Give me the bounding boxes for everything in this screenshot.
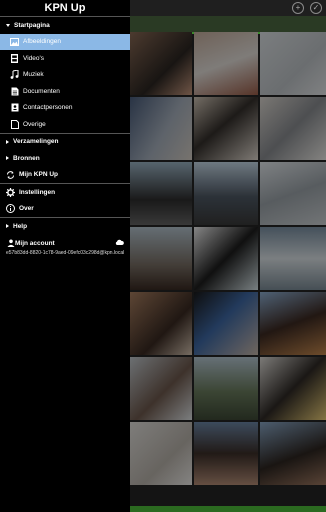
nav-item-instellingen[interactable]: Instellingen bbox=[0, 184, 130, 201]
nav-item-label: Overige bbox=[23, 120, 46, 128]
nav-item-videos[interactable]: Video's bbox=[0, 50, 130, 67]
sync-icon bbox=[6, 170, 15, 179]
chevron-right-icon bbox=[6, 139, 9, 144]
photo-thumbnail[interactable] bbox=[260, 162, 326, 225]
nav-item-over[interactable]: Over bbox=[0, 201, 130, 218]
bottom-status-strip bbox=[130, 506, 326, 512]
photo-thumbnail[interactable] bbox=[130, 357, 192, 420]
nav-section-help[interactable]: Help bbox=[0, 218, 130, 235]
nav-item-label: Afbeeldingen bbox=[23, 38, 61, 46]
photo-thumbnail[interactable] bbox=[260, 357, 326, 420]
photo-thumbnail[interactable] bbox=[260, 292, 326, 355]
photo-thumbnail[interactable] bbox=[130, 97, 192, 160]
nav-item-label: Muziek bbox=[23, 71, 44, 79]
nav-item-label: Over bbox=[19, 205, 34, 213]
app-toolbar: + ✓ bbox=[130, 0, 326, 16]
nav-item-label: Video's bbox=[23, 54, 44, 62]
photo-thumbnail[interactable] bbox=[130, 162, 192, 225]
film-icon bbox=[10, 53, 19, 63]
music-icon bbox=[10, 70, 19, 80]
nav-item-contactpersonen[interactable]: Contactpersonen bbox=[0, 100, 130, 117]
contacts-icon bbox=[10, 103, 19, 112]
photo-thumbnail[interactable] bbox=[130, 292, 192, 355]
chevron-down-icon bbox=[6, 23, 10, 27]
nav-section-startpagina[interactable]: Startpagina bbox=[0, 17, 130, 34]
nav-section-verzamelingen[interactable]: Verzamelingen bbox=[0, 134, 130, 151]
select-icon[interactable]: ✓ bbox=[310, 2, 322, 14]
nav-item-documenten[interactable]: Documenten bbox=[0, 83, 130, 100]
nav-section-bronnen[interactable]: Bronnen bbox=[0, 150, 130, 167]
chevron-right-icon bbox=[6, 224, 9, 229]
account-panel[interactable]: Mijn account e57b83dd-8820-1c78-9aed-09e… bbox=[0, 235, 130, 271]
photo-thumbnail[interactable] bbox=[130, 422, 192, 485]
nav-item-label: Instellingen bbox=[19, 188, 56, 196]
document-icon bbox=[10, 87, 19, 96]
photo-thumbnail[interactable] bbox=[130, 32, 192, 95]
nav-section-label: Startpagina bbox=[14, 21, 50, 29]
info-icon bbox=[6, 204, 15, 214]
photo-thumbnail[interactable] bbox=[260, 422, 326, 485]
image-icon bbox=[10, 37, 19, 46]
app-title: KPN Up bbox=[44, 2, 86, 14]
nav-item-mijn-kpn-up[interactable]: Mijn KPN Up bbox=[0, 167, 130, 184]
gear-icon bbox=[6, 187, 15, 197]
account-label: Mijn account bbox=[15, 239, 55, 247]
nav-section-label: Verzamelingen bbox=[13, 138, 59, 146]
nav-item-afbeeldingen[interactable]: Afbeeldingen bbox=[0, 33, 130, 50]
photo-thumbnail[interactable] bbox=[194, 32, 258, 95]
photo-thumbnail[interactable] bbox=[130, 227, 192, 290]
photo-thumbnail[interactable] bbox=[194, 422, 258, 485]
photo-thumbnail[interactable] bbox=[260, 227, 326, 290]
nav-section-label: Bronnen bbox=[13, 154, 40, 162]
photo-thumbnail[interactable] bbox=[194, 357, 258, 420]
photo-thumbnail[interactable] bbox=[194, 227, 258, 290]
cloud-icon bbox=[115, 239, 124, 248]
photo-thumbnail[interactable] bbox=[260, 32, 326, 95]
user-icon bbox=[6, 239, 15, 248]
add-icon[interactable]: + bbox=[292, 2, 304, 14]
nav-section-label: Help bbox=[13, 222, 28, 230]
photo-thumbnail[interactable] bbox=[194, 97, 258, 160]
nav-item-label: Mijn KPN Up bbox=[19, 171, 58, 179]
account-id: e57b83dd-8820-1c78-9aed-09efc03c298d@kpn… bbox=[6, 249, 124, 256]
photo-thumbnail[interactable] bbox=[194, 162, 258, 225]
nav-item-muziek[interactable]: Muziek bbox=[0, 67, 130, 84]
photo-thumbnail[interactable] bbox=[194, 292, 258, 355]
chevron-right-icon bbox=[6, 156, 9, 161]
photo-grid bbox=[130, 32, 326, 512]
nav-item-label: Documenten bbox=[23, 87, 60, 95]
photo-thumbnail[interactable] bbox=[260, 97, 326, 160]
nav-item-label: Contactpersonen bbox=[23, 104, 73, 112]
file-icon bbox=[10, 119, 19, 129]
nav-item-overige[interactable]: Overige bbox=[0, 116, 130, 133]
navigation-drawer: KPN Up Startpagina Afbeeldingen Video's … bbox=[0, 0, 130, 512]
